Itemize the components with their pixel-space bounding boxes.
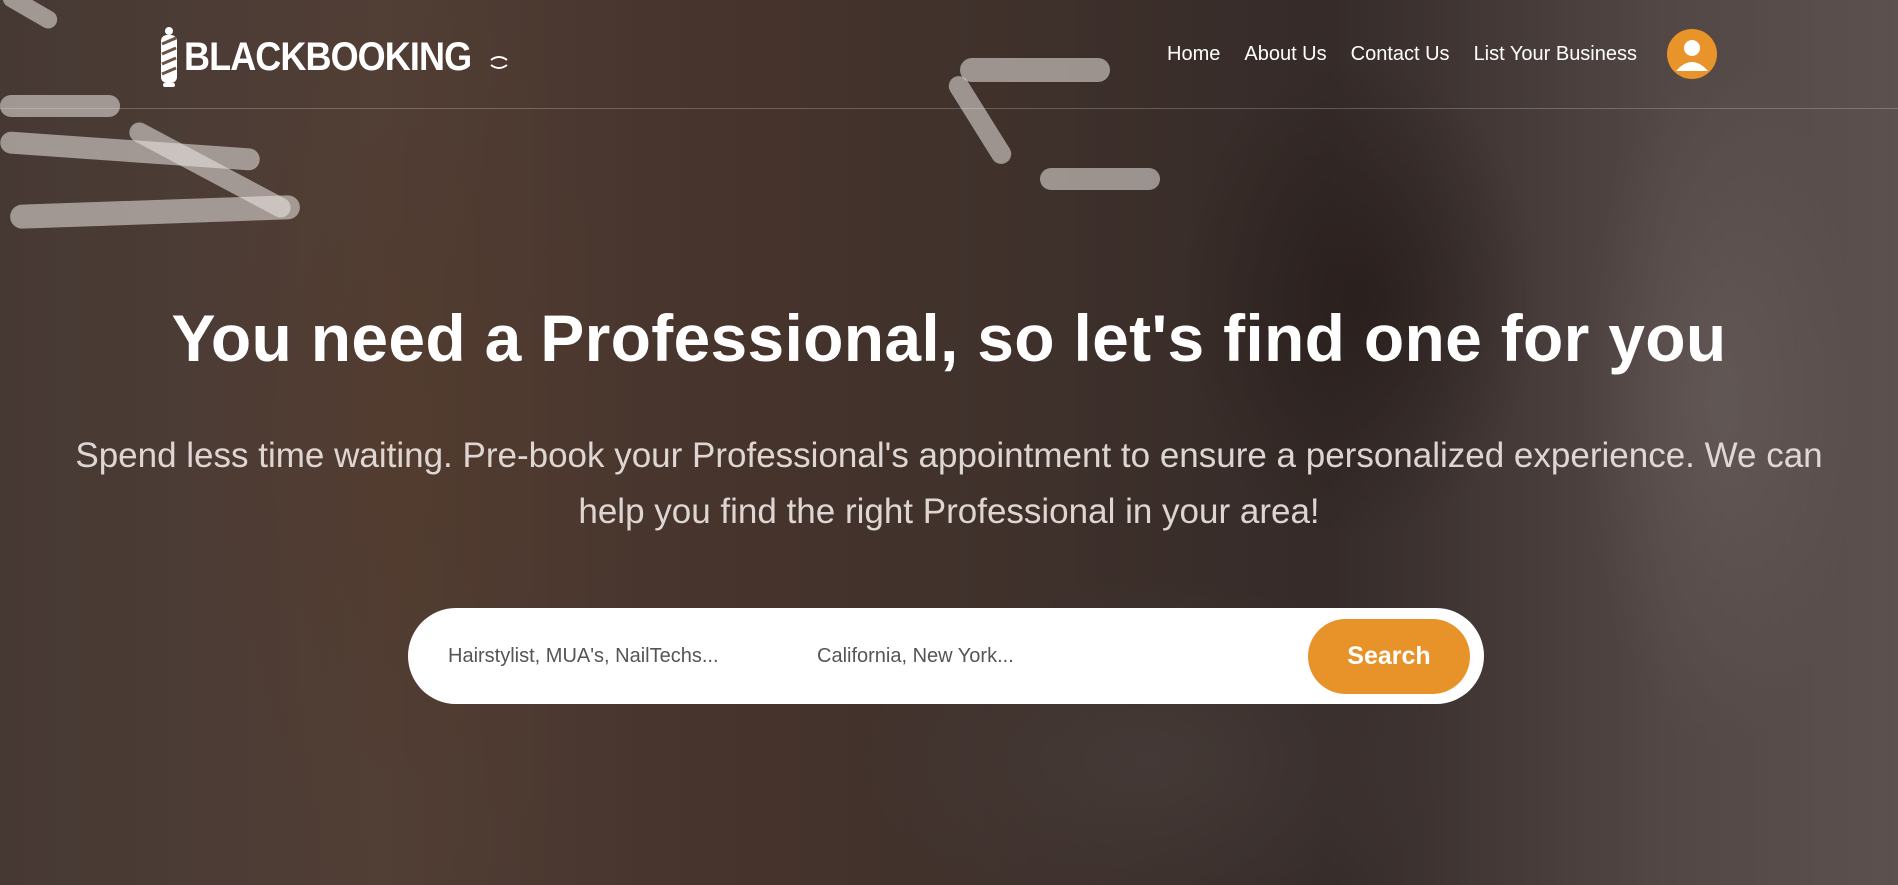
nav-list-business-link[interactable]: List Your Business	[1474, 43, 1637, 66]
brand-name: BLACKBOOKING	[184, 34, 472, 79]
search-bar: Search	[408, 608, 1484, 704]
search-button[interactable]: Search	[1308, 619, 1470, 694]
hero-section: BLACKBOOKING Home About Us Contact Us Li…	[0, 0, 1898, 885]
profile-button[interactable]	[1667, 29, 1717, 79]
service-search-input[interactable]	[446, 643, 800, 669]
barber-pole-icon	[161, 27, 177, 87]
site-header: BLACKBOOKING Home About Us Contact Us Li…	[0, 0, 1898, 109]
hero-headline: You need a Professional, so let's find o…	[171, 301, 1727, 375]
nav-contact-link[interactable]: Contact Us	[1351, 43, 1450, 66]
user-icon	[1676, 40, 1708, 71]
brand-logo[interactable]: BLACKBOOKING	[158, 26, 509, 88]
nav-home-link[interactable]: Home	[1167, 43, 1220, 66]
background-light	[1040, 168, 1160, 190]
location-search-input[interactable]	[815, 643, 1259, 669]
scissors-swoosh-icon	[490, 56, 508, 69]
background-light	[9, 194, 301, 230]
main-nav: Home About Us Contact Us List Your Busin…	[1167, 29, 1717, 79]
nav-about-link[interactable]: About Us	[1244, 43, 1326, 66]
hero-subtext: Spend less time waiting. Pre-book your P…	[75, 436, 1823, 531]
